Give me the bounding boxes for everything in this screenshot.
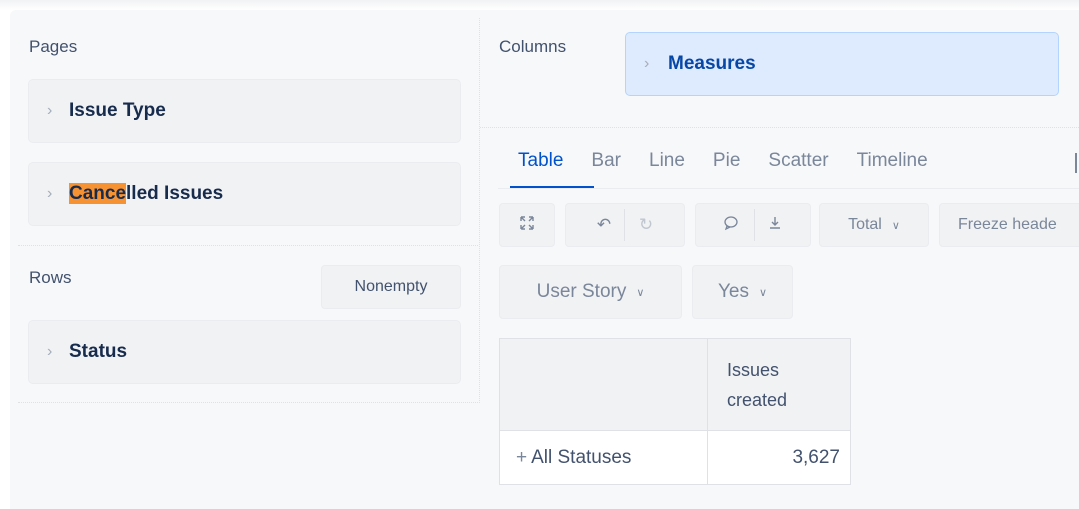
expand-icon xyxy=(516,215,538,236)
tab-table[interactable]: Table xyxy=(518,150,563,184)
undo-icon[interactable]: ↶ xyxy=(593,215,615,235)
expand-plus-icon[interactable]: + xyxy=(516,447,527,468)
divider xyxy=(479,18,480,403)
tab-pie[interactable]: Pie xyxy=(713,150,740,184)
total-dropdown[interactable]: Total ∨ xyxy=(819,203,929,247)
results-table: Issues created + All Statuses 3,627 xyxy=(499,338,851,485)
chevron-down-icon: ∨ xyxy=(758,286,768,299)
tab-divider xyxy=(498,188,1079,189)
chip-label: Issue Type xyxy=(69,100,166,121)
active-tab-indicator xyxy=(510,186,594,188)
top-shadow xyxy=(0,0,1079,10)
row-header-all-statuses[interactable]: + All Statuses xyxy=(499,430,708,485)
chevron-right-icon: › xyxy=(47,185,53,202)
tab-bar[interactable]: Bar xyxy=(591,150,621,184)
fullscreen-button[interactable] xyxy=(499,203,555,247)
column-header-line: Issues xyxy=(727,359,780,380)
page-chip-issue-type[interactable]: › Issue Type xyxy=(28,79,461,143)
chevron-right-icon: › xyxy=(47,102,53,119)
comment-icon[interactable] xyxy=(720,215,742,236)
rows-label: Rows xyxy=(29,268,72,287)
corner-cell xyxy=(499,338,708,431)
cancelled-filter-dropdown[interactable]: Yes ∨ xyxy=(692,265,793,319)
separator xyxy=(624,209,625,241)
page-chip-cancelled-issues[interactable]: › Cancelled Issues xyxy=(28,162,461,226)
chip-label: Status xyxy=(69,341,128,362)
column-header-line: created xyxy=(727,389,788,410)
issue-type-filter-dropdown[interactable]: User Story ∨ xyxy=(499,265,682,319)
chip-label-rest: lled Issues xyxy=(126,183,224,204)
column-chip-measures[interactable]: › Measures xyxy=(625,32,1059,96)
undo-redo-group: ↶ ↻ xyxy=(565,203,685,247)
cell-value[interactable]: 3,627 xyxy=(707,430,851,485)
freeze-header-button[interactable]: Freeze heade xyxy=(939,203,1079,247)
chevron-down-icon: ∨ xyxy=(891,219,900,232)
filter-label: User Story xyxy=(536,281,627,302)
row-chip-status[interactable]: › Status xyxy=(28,320,461,384)
tab-scatter[interactable]: Scatter xyxy=(768,150,828,184)
chevron-right-icon: › xyxy=(47,343,53,360)
chip-label: Cancelled Issues xyxy=(69,183,223,205)
chevron-down-icon: ∨ xyxy=(636,286,645,299)
chevron-right-icon: › xyxy=(644,55,650,72)
comment-export-group xyxy=(695,203,811,247)
tab-line[interactable]: Line xyxy=(649,150,685,184)
table-header-row: Issues created xyxy=(499,338,851,431)
view-tabs: Table Bar Line Pie Scatter Timeline xyxy=(518,150,956,184)
row-label: All Statuses xyxy=(531,446,632,468)
filter-label: Yes xyxy=(717,281,749,302)
redo-icon[interactable]: ↻ xyxy=(635,215,657,235)
chip-label: Measures xyxy=(668,53,756,74)
columns-label: Columns xyxy=(499,37,567,56)
table-row: + All Statuses 3,627 xyxy=(499,430,851,485)
tab-timeline[interactable]: Timeline xyxy=(857,150,928,184)
nonempty-button[interactable]: Nonempty xyxy=(321,265,461,309)
separator xyxy=(754,209,755,241)
pages-label: Pages xyxy=(29,37,78,56)
column-header-issues-created[interactable]: Issues created xyxy=(707,338,851,431)
divider xyxy=(18,402,478,403)
download-icon[interactable] xyxy=(764,215,786,236)
divider xyxy=(18,245,478,246)
search-highlight: Cance xyxy=(69,183,127,204)
freeze-label: Freeze heade xyxy=(958,216,1057,233)
divider xyxy=(480,127,1079,128)
tab-overflow-edge xyxy=(1075,153,1077,173)
total-label: Total xyxy=(848,216,882,233)
